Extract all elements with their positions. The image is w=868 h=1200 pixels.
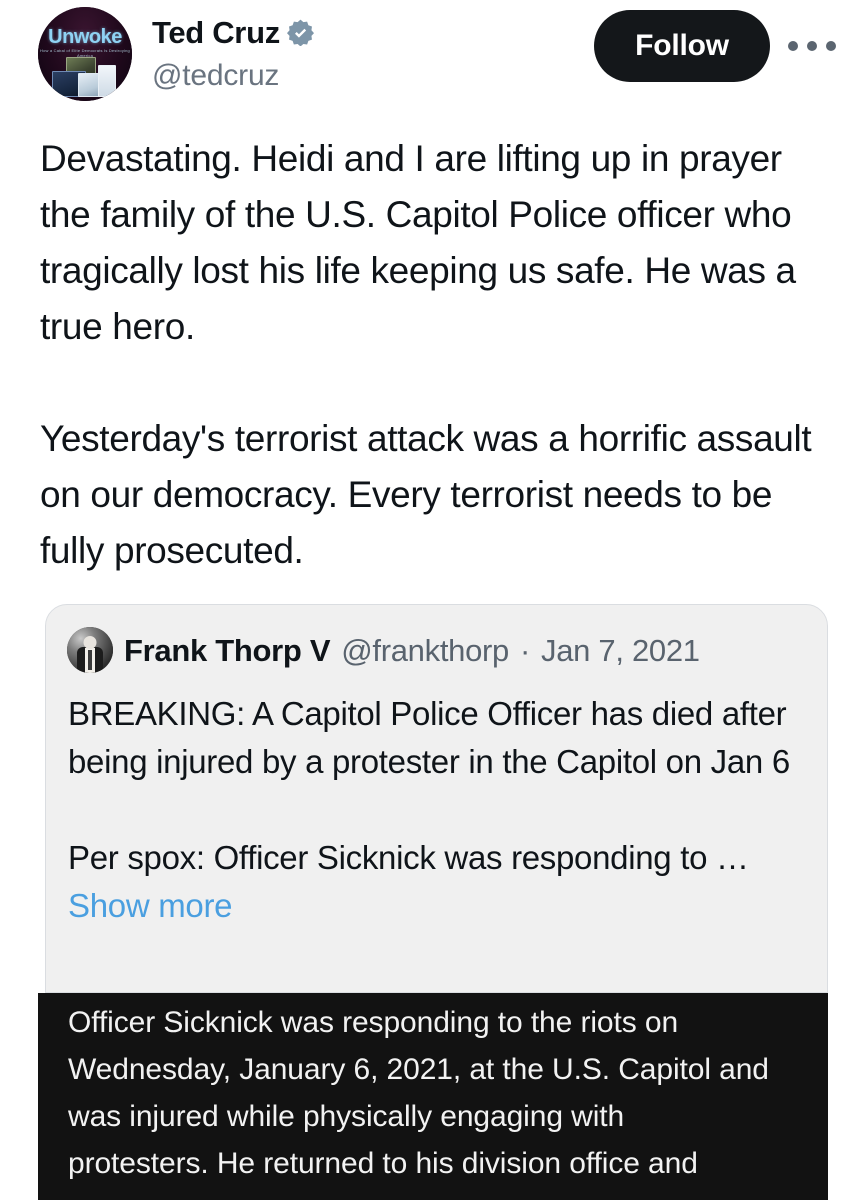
tweet-paragraph-2: Yesterday's terrorist attack was a horri…: [40, 418, 812, 571]
author-handle[interactable]: @tedcruz: [152, 61, 314, 91]
quoted-paragraph-2: Per spox: Officer Sicknick was respondin…: [68, 839, 749, 876]
quoted-avatar-tie: [88, 650, 92, 670]
quoted-paragraph-1: BREAKING: A Capitol Police Officer has d…: [68, 695, 790, 780]
statement-text: Officer Sicknick was responding to the r…: [68, 999, 808, 1187]
quoted-tweet-card[interactable]: Frank Thorp V @frankthorp · Jan 7, 2021 …: [45, 604, 828, 993]
more-dot-3: [826, 41, 836, 51]
quoted-author-handle[interactable]: @frankthorp: [341, 635, 509, 666]
display-name-row: Ted Cruz: [152, 12, 314, 52]
quoted-tweet-header: Frank Thorp V @frankthorp · Jan 7, 2021: [67, 627, 700, 673]
statement-line-3: was injured while physically engaging wi…: [68, 1100, 625, 1133]
profile-avatar-image[interactable]: Unwoke How a Cabal of Elite Democrats Is…: [38, 7, 132, 101]
statement-line-4: protesters. He returned to his division …: [68, 1147, 698, 1180]
show-more-link[interactable]: Show more: [68, 882, 233, 930]
tweet-text: Devastating. Heidi and I are lifting up …: [40, 131, 830, 579]
page-right-gutter: [828, 993, 868, 1200]
quoted-profile-avatar-image[interactable]: [67, 627, 113, 673]
more-dot-2: [807, 41, 817, 51]
statement-screenshot-image[interactable]: Officer Sicknick was responding to the r…: [38, 993, 828, 1200]
quoted-tweet-date[interactable]: Jan 7, 2021: [541, 635, 700, 666]
verified-badge-icon: [286, 19, 314, 46]
more-horizontal-icon[interactable]: [788, 34, 836, 58]
quoted-author-name[interactable]: Frank Thorp V: [124, 635, 331, 666]
more-dot-1: [788, 41, 798, 51]
statement-line-1: Officer Sicknick was responding to the r…: [68, 1006, 679, 1039]
author-name-block: Ted Cruz @tedcruz: [152, 12, 314, 91]
tweet-header: Unwoke How a Cabal of Elite Democrats Is…: [0, 0, 868, 110]
quoted-separator: ·: [519, 632, 531, 668]
author-display-name[interactable]: Ted Cruz: [152, 17, 280, 48]
follow-button[interactable]: Follow: [594, 10, 770, 82]
avatar-title-text: Unwoke: [48, 26, 122, 48]
quoted-tweet-text: BREAKING: A Capitol Police Officer has d…: [68, 690, 810, 930]
quoted-avatar-head: [83, 636, 97, 650]
statement-line-2: Wednesday, January 6, 2021, at the U.S. …: [68, 1053, 769, 1086]
quoted-paragraph-spacer: [68, 786, 810, 834]
tweet-paragraph-1: Devastating. Heidi and I are lifting up …: [40, 138, 796, 347]
avatar-books-graphic: [52, 57, 118, 97]
tweet-container: Unwoke How a Cabal of Elite Democrats Is…: [0, 0, 868, 1200]
avatar-book-4: [98, 65, 116, 97]
